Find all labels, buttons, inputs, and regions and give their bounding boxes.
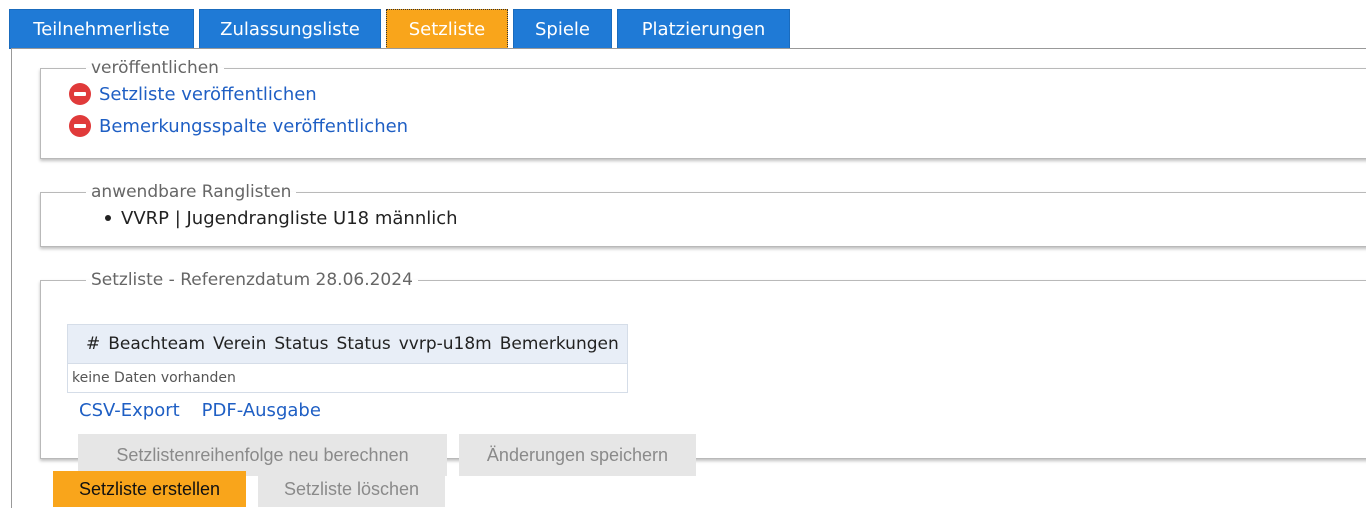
publish-seeding-row[interactable]: Setzliste veröffentlichen: [69, 78, 1366, 110]
bullet-icon: [105, 215, 111, 221]
ranking-label: VVRP | Jugendrangliste U18 männlich: [121, 207, 458, 229]
column-header-remarks[interactable]: Bemerkungen: [495, 324, 628, 364]
tab-spiele[interactable]: Spiele: [513, 9, 612, 49]
tab-teilnehmerliste[interactable]: Teilnehmerliste: [9, 9, 194, 49]
column-header-number[interactable]: #: [67, 324, 105, 364]
seeding-table: # Beachteam Verein Status Status vvrp-u1…: [67, 324, 628, 393]
tab-content-panel: veröffentlichen Setzliste veröffentliche…: [11, 48, 1366, 508]
tab-zulassungsliste[interactable]: Zulassungsliste: [199, 9, 381, 49]
rankings-legend: anwendbare Ranglisten: [91, 182, 292, 202]
column-header-verein[interactable]: Verein: [209, 324, 271, 364]
publish-legend: veröffentlichen: [91, 58, 219, 78]
export-links: CSV-Export PDF-Ausgabe: [79, 400, 321, 421]
publish-remarks-row[interactable]: Bemerkungsspalte veröffentlichen: [69, 110, 1366, 142]
publish-section: veröffentlichen Setzliste veröffentliche…: [40, 58, 1366, 159]
empty-table-message: keine Daten vorhanden: [67, 363, 628, 393]
table-header-row: # Beachteam Verein Status Status vvrp-u1…: [67, 324, 628, 364]
save-changes-button[interactable]: Änderungen speichern: [459, 434, 696, 476]
recalculate-seeding-button[interactable]: Setzlistenreihenfolge neu berechnen: [78, 434, 447, 476]
delete-seeding-button[interactable]: Setzliste löschen: [258, 471, 445, 507]
rankings-section: anwendbare Ranglisten VVRP | Jugendrangl…: [40, 182, 1366, 247]
tab-platzierungen[interactable]: Platzierungen: [617, 9, 790, 49]
seeding-legend: Setzliste - Referenzdatum 28.06.2024: [91, 270, 413, 290]
pdf-output-link[interactable]: PDF-Ausgabe: [202, 400, 321, 421]
tab-bar: Teilnehmerliste Zulassungsliste Setzlist…: [9, 9, 790, 49]
minus-circle-icon[interactable]: [69, 115, 91, 137]
column-header-beachteam[interactable]: Beachteam: [104, 324, 210, 364]
tab-setzliste[interactable]: Setzliste: [386, 9, 508, 49]
csv-export-link[interactable]: CSV-Export: [79, 400, 180, 421]
seeding-section: Setzliste - Referenzdatum 28.06.2024 # B…: [40, 270, 1366, 476]
publish-remarks-link[interactable]: Bemerkungsspalte veröffentlichen: [99, 116, 408, 137]
create-seeding-button[interactable]: Setzliste erstellen: [53, 471, 246, 507]
publish-seeding-link[interactable]: Setzliste veröffentlichen: [99, 84, 317, 105]
table-row: keine Daten vorhanden: [67, 363, 628, 393]
column-header-status-2[interactable]: Status: [332, 324, 395, 364]
ranking-list-item: VVRP | Jugendrangliste U18 männlich: [105, 202, 1366, 234]
minus-circle-icon[interactable]: [69, 83, 91, 105]
column-header-ranking[interactable]: vvrp-u18m: [394, 324, 496, 364]
column-header-status[interactable]: Status: [270, 324, 333, 364]
